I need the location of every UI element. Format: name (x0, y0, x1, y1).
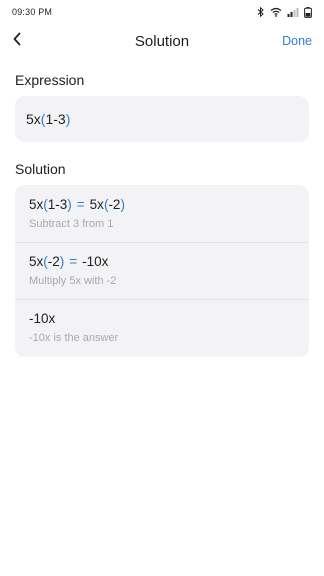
step-rhs-prefix: 5x (89, 197, 104, 212)
step-rhs-inner: -2 (108, 197, 121, 212)
page-title: Solution (134, 33, 190, 50)
solution-heading: Solution (15, 161, 66, 177)
navigation-bar: Solution Done (0, 24, 324, 58)
close-paren: ) (120, 197, 125, 212)
expression-heading: Expression (15, 72, 85, 88)
equals-sign: = (69, 254, 78, 269)
expression-value: 5x(1-3) (26, 111, 70, 127)
step-lhs-inner: 1-3 (47, 197, 68, 212)
step-equation: 5x(-2) = -10x (29, 254, 108, 269)
close-paren: ) (65, 111, 71, 127)
solution-steps-card: 5x(1-3) = 5x(-2) Subtract 3 from 1 5x(-2) =… (15, 185, 309, 357)
step-lhs-inner: -2 (47, 254, 60, 269)
wifi-icon (270, 7, 282, 17)
expression-card: 5x(1-3) (15, 96, 309, 142)
bluetooth-icon (257, 7, 265, 17)
expression-prefix: 5x (26, 111, 41, 127)
step-lhs-prefix: 5x (29, 254, 44, 269)
status-icons (257, 6, 312, 18)
step-rhs: -10x (82, 254, 109, 269)
step-lhs-prefix: 5x (29, 197, 44, 212)
done-button[interactable]: Done (282, 34, 312, 48)
status-bar: 09:30 PM (0, 0, 324, 24)
battery-icon (304, 6, 312, 18)
solution-step: -10x -10x is the answer (15, 299, 309, 356)
status-time: 09:30 PM (12, 7, 53, 17)
cellular-signal-icon (287, 7, 299, 17)
step-explanation: -10x is the answer (29, 332, 119, 344)
expression-inner: 1-3 (45, 111, 66, 127)
step-result: -10x (29, 311, 56, 326)
step-explanation: Multiply 5x with -2 (29, 275, 117, 287)
solution-step: 5x(-2) = -10x Multiply 5x with -2 (15, 242, 309, 299)
solution-step: 5x(1-3) = 5x(-2) Subtract 3 from 1 (15, 185, 309, 242)
step-equation: 5x(1-3) = 5x(-2) (29, 197, 125, 212)
close-paren: ) (67, 197, 72, 212)
equals-sign: = (76, 197, 85, 212)
close-paren: ) (59, 254, 65, 269)
step-explanation: Subtract 3 from 1 (29, 218, 114, 230)
